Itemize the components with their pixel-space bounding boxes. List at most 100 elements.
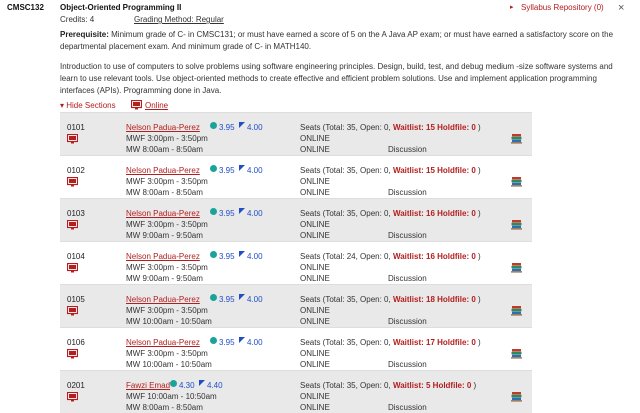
- discussion-location: ONLINE: [300, 360, 330, 369]
- rating-dot-icon: [210, 122, 217, 129]
- seats-text: Seats (Total: 35, Open: 0,: [300, 166, 393, 175]
- rating-2[interactable]: 4.00: [247, 123, 263, 132]
- waitlist-info: Waitlist: 15 Holdfile: 0: [392, 123, 476, 132]
- rating-2[interactable]: 4.00: [247, 252, 263, 261]
- section-id: 0102: [67, 166, 85, 175]
- discussion-location: ONLINE: [300, 403, 330, 412]
- books-icon[interactable]: [511, 133, 522, 144]
- section-id: 0105: [67, 295, 85, 304]
- books-icon[interactable]: [511, 391, 522, 402]
- seats-close: ): [475, 252, 481, 261]
- rating-1[interactable]: 3.95: [219, 295, 235, 304]
- discussion-time: MW 10:00am - 10:50am: [126, 317, 212, 326]
- course-description: Introduction to use of computers to solv…: [60, 62, 613, 95]
- seats-info: Seats (Total: 35, Open: 0, Waitlist: 17 …: [300, 338, 481, 347]
- seats-text: Seats (Total: 35, Open: 0,: [300, 209, 393, 218]
- rating-2[interactable]: 4.40: [207, 381, 223, 390]
- rating-dot-icon: [210, 165, 217, 172]
- waitlist-info: Waitlist: 16 Holdfile: 0: [392, 209, 476, 218]
- seats-info: Seats (Total: 35, Open: 0, Waitlist: 18 …: [300, 295, 481, 304]
- discussion-location: ONLINE: [300, 317, 330, 326]
- section-list: 0101 Nelson Padua-Perez 3.95 4.00 MWF 3:…: [60, 112, 532, 413]
- monitor-icon: [67, 349, 78, 359]
- rating-1[interactable]: 3.95: [219, 338, 235, 347]
- section-row: 0103 Nelson Padua-Perez 3.95 4.00 MWF 3:…: [60, 198, 532, 241]
- lecture-location: ONLINE: [300, 177, 330, 186]
- rating-2[interactable]: 4.00: [247, 295, 263, 304]
- section-id: 0103: [67, 209, 85, 218]
- close-icon[interactable]: ×: [618, 2, 624, 14]
- lecture-location: ONLINE: [300, 134, 330, 143]
- rating-2[interactable]: 4.00: [247, 166, 263, 175]
- waitlist-info: Waitlist: 16 Holdfile: 0: [392, 252, 476, 261]
- books-icon[interactable]: [511, 262, 522, 273]
- grading-method: Grading Method: Regular: [134, 15, 224, 24]
- rating-1[interactable]: 3.95: [219, 252, 235, 261]
- flag-icon: [239, 294, 245, 300]
- discussion-time: MW 9:00am - 9:50am: [126, 231, 203, 240]
- seats-close: ): [475, 166, 481, 175]
- instructor-link[interactable]: Nelson Padua-Perez: [126, 123, 200, 132]
- seats-text: Seats (Total: 35, Open: 0,: [300, 381, 393, 390]
- monitor-icon: [67, 134, 78, 144]
- discussion-label: Discussion: [388, 145, 427, 154]
- credits: Credits: 4: [60, 15, 95, 24]
- lecture-time: MWF 3:00pm - 3:50pm: [126, 263, 208, 272]
- lecture-location: ONLINE: [300, 306, 330, 315]
- lecture-time: MWF 3:00pm - 3:50pm: [126, 134, 208, 143]
- waitlist-info: Waitlist: 5 Holdfile: 0: [392, 381, 472, 390]
- section-row: 0105 Nelson Padua-Perez 3.95 4.00 MWF 3:…: [60, 284, 532, 327]
- course-title: Object-Oriented Programming II: [60, 3, 182, 12]
- monitor-icon: [131, 100, 142, 110]
- rating-1[interactable]: 4.30: [179, 381, 195, 390]
- seats-text: Seats (Total: 24, Open: 0,: [300, 252, 393, 261]
- prerequisite-text: Minimum grade of C- in CMSC131; or must …: [60, 30, 614, 51]
- monitor-icon: [67, 392, 78, 402]
- lecture-time: MWF 3:00pm - 3:50pm: [126, 306, 208, 315]
- books-icon[interactable]: [511, 219, 522, 230]
- rating-1[interactable]: 3.95: [219, 209, 235, 218]
- prerequisite: Prerequisite: Minimum grade of C- in CMS…: [60, 29, 620, 53]
- instructor-link[interactable]: Nelson Padua-Perez: [126, 209, 200, 218]
- discussion-label: Discussion: [388, 231, 427, 240]
- rating-1[interactable]: 3.95: [219, 123, 235, 132]
- instructor-link[interactable]: Nelson Padua-Perez: [126, 252, 200, 261]
- arrow-right-icon: ▸: [510, 4, 514, 11]
- section-id: 0104: [67, 252, 85, 261]
- rating-2[interactable]: 4.00: [247, 338, 263, 347]
- section-id: 0201: [67, 381, 85, 390]
- flag-icon: [239, 208, 245, 214]
- seats-info: Seats (Total: 35, Open: 0, Waitlist: 15 …: [300, 166, 481, 175]
- instructor-link[interactable]: Nelson Padua-Perez: [126, 295, 200, 304]
- books-icon[interactable]: [511, 348, 522, 359]
- instructor-link[interactable]: Nelson Padua-Perez: [126, 166, 200, 175]
- flag-icon: [239, 337, 245, 343]
- rating-2[interactable]: 4.00: [247, 209, 263, 218]
- discussion-time: MW 8:00am - 8:50am: [126, 188, 203, 197]
- lecture-location: ONLINE: [300, 349, 330, 358]
- waitlist-info: Waitlist: 15 Holdfile: 0: [392, 166, 476, 175]
- hide-sections-toggle[interactable]: ▾ Hide Sections: [60, 101, 116, 110]
- flag-icon: [239, 122, 245, 128]
- waitlist-info: Waitlist: 18 Holdfile: 0: [392, 295, 476, 304]
- online-filter[interactable]: Online: [131, 100, 168, 110]
- lecture-time: MWF 3:00pm - 3:50pm: [126, 220, 208, 229]
- rating-1[interactable]: 3.95: [219, 166, 235, 175]
- monitor-icon: [67, 220, 78, 230]
- seats-info: Seats (Total: 35, Open: 0, Waitlist: 16 …: [300, 209, 481, 218]
- lecture-location: ONLINE: [300, 220, 330, 229]
- books-icon[interactable]: [511, 305, 522, 316]
- discussion-label: Discussion: [388, 274, 427, 283]
- rating-dot-icon: [210, 208, 217, 215]
- seats-close: ): [471, 381, 477, 390]
- discussion-location: ONLINE: [300, 145, 330, 154]
- monitor-icon: [67, 177, 78, 187]
- section-id: 0106: [67, 338, 85, 347]
- flag-icon: [239, 165, 245, 171]
- books-icon[interactable]: [511, 176, 522, 187]
- rating-dot-icon: [170, 380, 177, 387]
- instructor-link[interactable]: Fawzi Emad: [126, 381, 170, 390]
- instructor-link[interactable]: Nelson Padua-Perez: [126, 338, 200, 347]
- syllabus-repository-link[interactable]: Syllabus Repository (0): [521, 3, 604, 12]
- prerequisite-label: Prerequisite:: [60, 30, 109, 39]
